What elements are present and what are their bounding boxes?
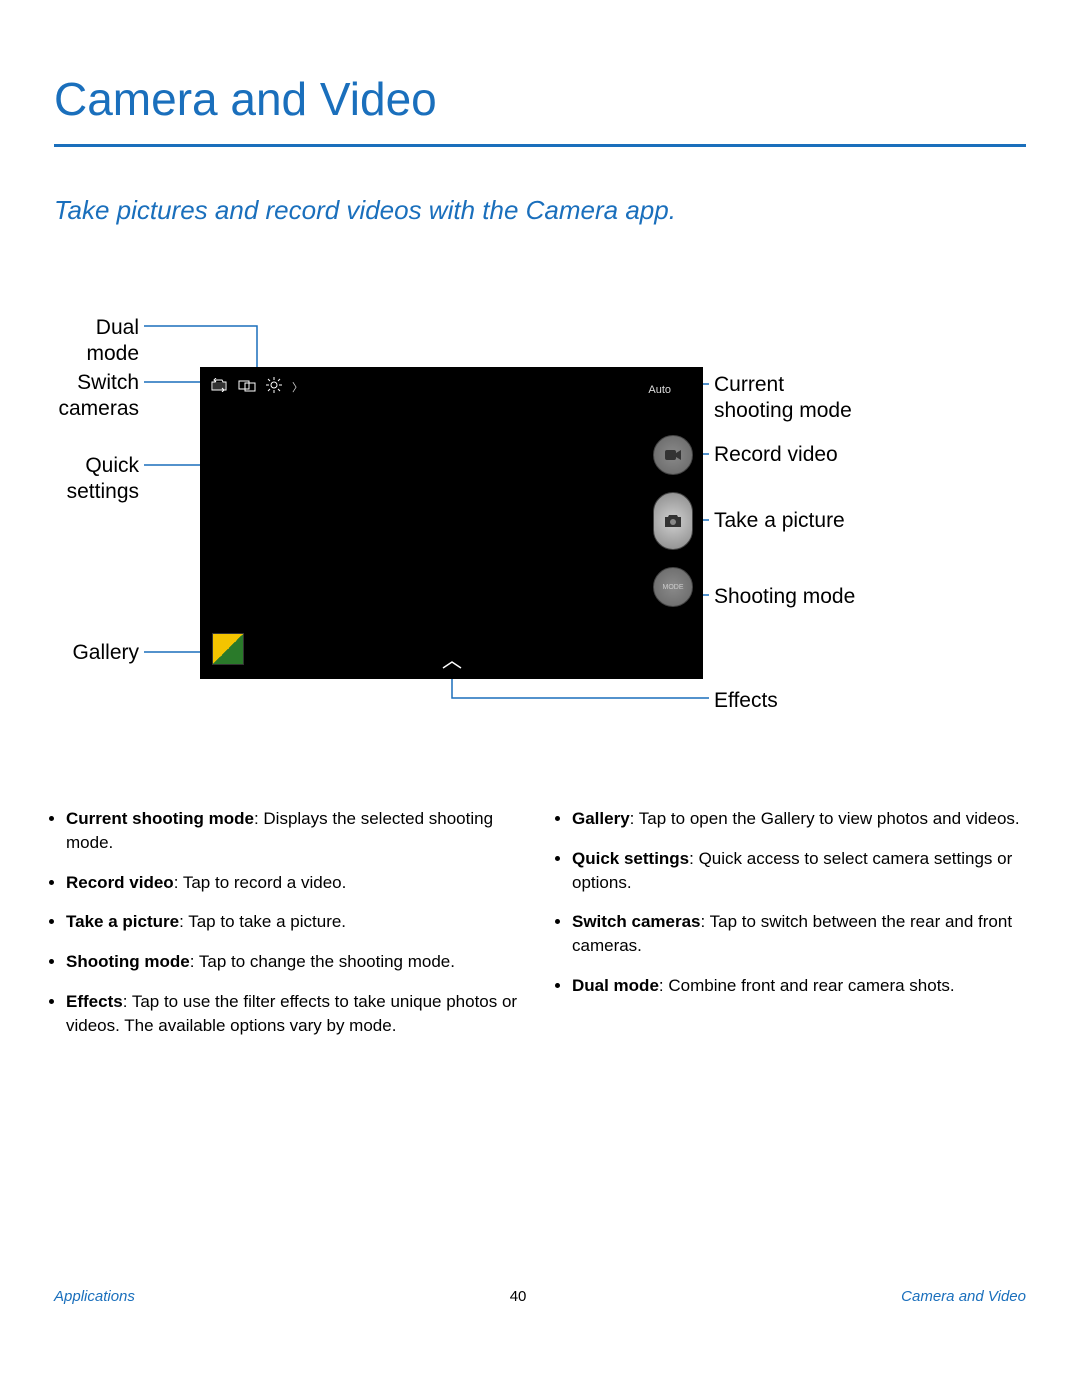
top-icon-row: 〉 bbox=[210, 377, 303, 396]
mode-button-label: MODE bbox=[663, 584, 684, 591]
list-item: Record video: Tap to record a video. bbox=[66, 871, 530, 895]
page-number: 40 bbox=[510, 1288, 527, 1305]
list-item: Take a picture: Tap to take a picture. bbox=[66, 910, 530, 934]
video-camera-icon bbox=[664, 449, 682, 461]
chevron-right-icon[interactable]: 〉 bbox=[292, 379, 303, 395]
effects-chevron-icon[interactable] bbox=[441, 657, 463, 673]
dual-mode-icon[interactable] bbox=[238, 378, 256, 395]
bullet-term: Switch cameras bbox=[572, 912, 701, 931]
bullet-term: Shooting mode bbox=[66, 952, 190, 971]
bullet-term: Take a picture bbox=[66, 912, 179, 931]
page-footer: Applications 40 Camera and Video bbox=[54, 1288, 1026, 1305]
camera-icon bbox=[663, 513, 683, 529]
bullet-term: Dual mode bbox=[572, 976, 659, 995]
camera-diagram: Dual mode Switch cameras Quick settings … bbox=[54, 290, 1026, 740]
bullet-term: Record video bbox=[66, 873, 174, 892]
record-video-button[interactable] bbox=[653, 435, 693, 475]
gear-icon[interactable] bbox=[266, 377, 282, 396]
list-item: Dual mode: Combine front and rear camera… bbox=[572, 974, 1036, 998]
bullet-columns: Current shooting mode: Displays the sele… bbox=[44, 807, 1036, 1054]
bullet-term: Effects bbox=[66, 992, 123, 1011]
list-item: Switch cameras: Tap to switch between th… bbox=[572, 910, 1036, 958]
list-item: Gallery: Tap to open the Gallery to view… bbox=[572, 807, 1036, 831]
bullet-column-right: Gallery: Tap to open the Gallery to view… bbox=[550, 807, 1036, 1054]
bullet-term: Gallery bbox=[572, 809, 630, 828]
title-divider bbox=[54, 144, 1026, 147]
list-item: Effects: Tap to use the filter effects t… bbox=[66, 990, 530, 1038]
page-title: Camera and Video bbox=[54, 72, 437, 126]
list-item: Shooting mode: Tap to change the shootin… bbox=[66, 950, 530, 974]
switch-camera-icon[interactable] bbox=[210, 378, 228, 395]
shooting-mode-button[interactable]: MODE bbox=[653, 567, 693, 607]
camera-screenshot: 〉 Auto MODE bbox=[200, 367, 703, 679]
gallery-thumbnail[interactable] bbox=[212, 633, 244, 665]
bullet-column-left: Current shooting mode: Displays the sele… bbox=[44, 807, 530, 1054]
page-subtitle: Take pictures and record videos with the… bbox=[54, 195, 676, 226]
bullet-term: Current shooting mode bbox=[66, 809, 254, 828]
list-item: Quick settings: Quick access to select c… bbox=[572, 847, 1036, 895]
footer-right: Camera and Video bbox=[901, 1288, 1026, 1305]
take-picture-button[interactable] bbox=[653, 492, 693, 550]
list-item: Current shooting mode: Displays the sele… bbox=[66, 807, 530, 855]
footer-left: Applications bbox=[54, 1288, 135, 1305]
bullet-term: Quick settings bbox=[572, 849, 689, 868]
current-shooting-mode-text: Auto bbox=[648, 384, 671, 396]
